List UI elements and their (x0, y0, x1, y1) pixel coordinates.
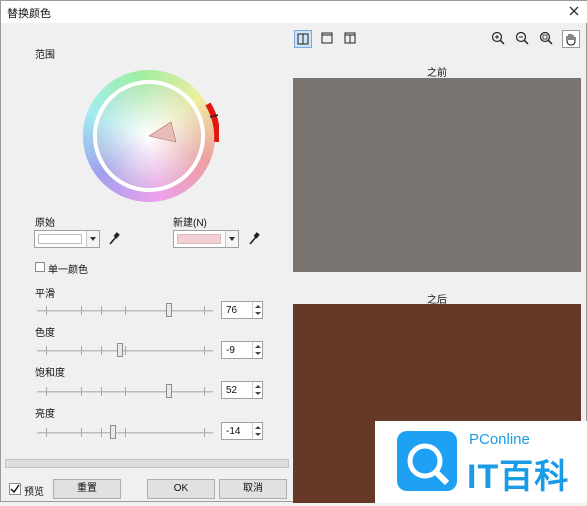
slider-tick (81, 387, 82, 396)
hue-value[interactable]: -9 (226, 345, 235, 356)
watermark-logo: PConline IT百科 (375, 421, 587, 503)
slider-tick (46, 387, 47, 396)
before-label: 之前 (427, 68, 447, 79)
zoom-fit-icon (539, 31, 553, 45)
slider-tick (125, 387, 126, 396)
slider-tick (81, 428, 82, 437)
brightness-slider[interactable] (37, 425, 213, 439)
slider-tick (81, 346, 82, 355)
close-icon[interactable] (566, 3, 582, 19)
zoom-in-icon (491, 31, 505, 45)
slider-tick (125, 346, 126, 355)
slider-tick (204, 346, 205, 355)
slider-tick (204, 428, 205, 437)
eyedropper-icon[interactable] (248, 232, 260, 246)
spin-up-icon[interactable] (255, 345, 261, 348)
checkmark-icon (10, 484, 20, 494)
slider-thumb[interactable] (166, 384, 172, 398)
before-preview (293, 78, 581, 272)
new-color-swatch (177, 234, 221, 244)
brightness-value[interactable]: -14 (226, 426, 240, 437)
zoom-in-button[interactable] (490, 30, 508, 48)
single-color-checkbox[interactable] (35, 262, 45, 272)
spin-up-icon[interactable] (255, 385, 261, 388)
original-color-dropdown[interactable] (34, 230, 100, 248)
dialog-window: 替换颜色 范围 原始 新建(N) 单一颜色 平滑 76 色度 -9 饱和度 52… (0, 0, 587, 503)
progress-bar (5, 459, 289, 468)
smooth-slider[interactable] (37, 303, 213, 317)
brightness-label: 亮度 (35, 409, 55, 420)
saturation-value[interactable]: 52 (226, 385, 237, 396)
slider-tick (125, 428, 126, 437)
slider-tick (125, 306, 126, 315)
preview-label: 预览 (24, 487, 44, 498)
spin-up-icon[interactable] (255, 426, 261, 429)
hue-slider[interactable] (37, 343, 213, 357)
slider-tick (204, 306, 205, 315)
original-label: 原始 (35, 218, 55, 229)
color-wheel-graphic[interactable] (79, 66, 221, 206)
slider-tick (46, 346, 47, 355)
spin-up-icon[interactable] (255, 305, 261, 308)
slider-tick (101, 306, 102, 315)
slider-tick (46, 428, 47, 437)
spin-down-icon[interactable] (255, 312, 261, 315)
slider-tick (81, 306, 82, 315)
slider-tick (101, 428, 102, 437)
title-bar: 替换颜色 (1, 1, 587, 23)
zoom-out-button[interactable] (514, 30, 532, 48)
original-color-swatch (38, 234, 82, 244)
preview-checkbox[interactable] (9, 483, 21, 495)
single-color-label: 单一颜色 (48, 265, 88, 276)
zoom-fit-button[interactable] (538, 30, 556, 48)
slider-thumb[interactable] (166, 303, 172, 317)
new-label: 新建(N) (173, 218, 207, 229)
chevron-down-icon[interactable] (225, 231, 238, 247)
view-split-vertical-button[interactable] (294, 30, 312, 48)
chevron-down-icon[interactable] (86, 231, 99, 247)
hue-spinbox[interactable]: -9 (221, 341, 263, 359)
split-vertical-icon (297, 33, 309, 45)
spin-down-icon[interactable] (255, 352, 261, 355)
view-split-half-button[interactable] (342, 30, 360, 48)
smooth-label: 平滑 (35, 289, 55, 300)
saturation-label: 饱和度 (35, 368, 65, 379)
smooth-value[interactable]: 76 (226, 305, 237, 316)
spin-down-icon[interactable] (255, 392, 261, 395)
cancel-button[interactable]: 取消 (219, 479, 287, 499)
slider-thumb[interactable] (110, 425, 116, 439)
color-wheel[interactable] (79, 66, 221, 206)
range-label: 范围 (35, 50, 55, 61)
smooth-spinbox[interactable]: 76 (221, 301, 263, 319)
hue-label: 色度 (35, 328, 55, 339)
eyedropper-icon[interactable] (108, 232, 120, 246)
reset-button[interactable]: 重置 (53, 479, 121, 499)
slider-tick (101, 346, 102, 355)
single-view-icon (321, 32, 333, 44)
slider-tick (46, 306, 47, 315)
slider-tick (101, 387, 102, 396)
watermark-name: IT百科 (467, 458, 570, 496)
ok-button[interactable]: OK (147, 479, 215, 499)
slider-tick (204, 387, 205, 396)
new-color-dropdown[interactable] (173, 230, 239, 248)
hand-pan-button[interactable] (562, 30, 580, 48)
saturation-slider[interactable] (37, 384, 213, 398)
saturation-spinbox[interactable]: 52 (221, 381, 263, 399)
window-title: 替换颜色 (7, 8, 51, 20)
view-single-button[interactable] (319, 30, 337, 48)
zoom-out-icon (515, 31, 529, 45)
hand-pan-icon (566, 34, 576, 46)
split-half-icon (344, 32, 356, 44)
slider-thumb[interactable] (117, 343, 123, 357)
spin-down-icon[interactable] (255, 433, 261, 436)
watermark-brand: PConline (469, 431, 530, 448)
brightness-spinbox[interactable]: -14 (221, 422, 263, 440)
